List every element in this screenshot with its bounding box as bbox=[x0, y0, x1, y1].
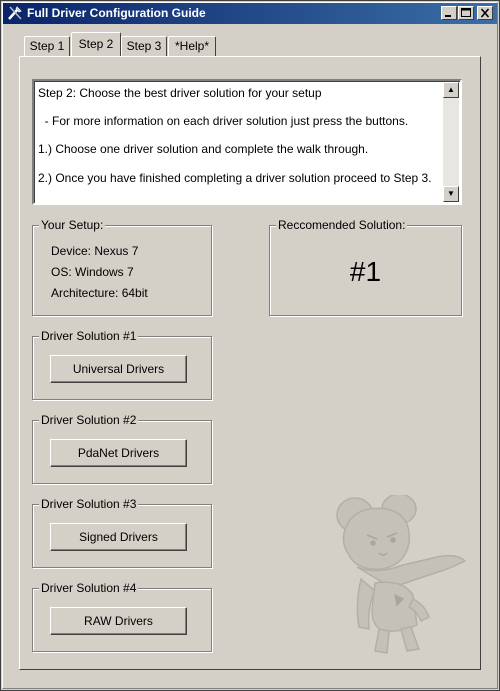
tab-step-2[interactable]: Step 2 bbox=[71, 32, 121, 56]
close-button[interactable] bbox=[477, 6, 493, 20]
step-2-panel bbox=[19, 56, 481, 670]
tools-icon bbox=[8, 6, 22, 20]
window-title: Full Driver Configuration Guide bbox=[27, 6, 206, 20]
tab-label: Step 1 bbox=[29, 39, 65, 53]
maximize-icon bbox=[461, 8, 471, 17]
tab-step-1[interactable]: Step 1 bbox=[24, 36, 70, 56]
close-icon bbox=[480, 8, 490, 18]
minimize-icon bbox=[445, 15, 451, 17]
minimize-button[interactable] bbox=[441, 6, 457, 20]
tab-label: Step 3 bbox=[126, 39, 162, 53]
tab-help[interactable]: *Help* bbox=[168, 36, 216, 56]
title-bar[interactable]: Full Driver Configuration Guide bbox=[3, 3, 497, 24]
tab-label: *Help* bbox=[174, 39, 210, 53]
tab-label: Step 2 bbox=[78, 37, 114, 51]
maximize-button[interactable] bbox=[458, 6, 474, 20]
main-window: Full Driver Configuration Guide Step 1 S… bbox=[0, 0, 500, 691]
tab-step-3[interactable]: Step 3 bbox=[121, 36, 167, 56]
